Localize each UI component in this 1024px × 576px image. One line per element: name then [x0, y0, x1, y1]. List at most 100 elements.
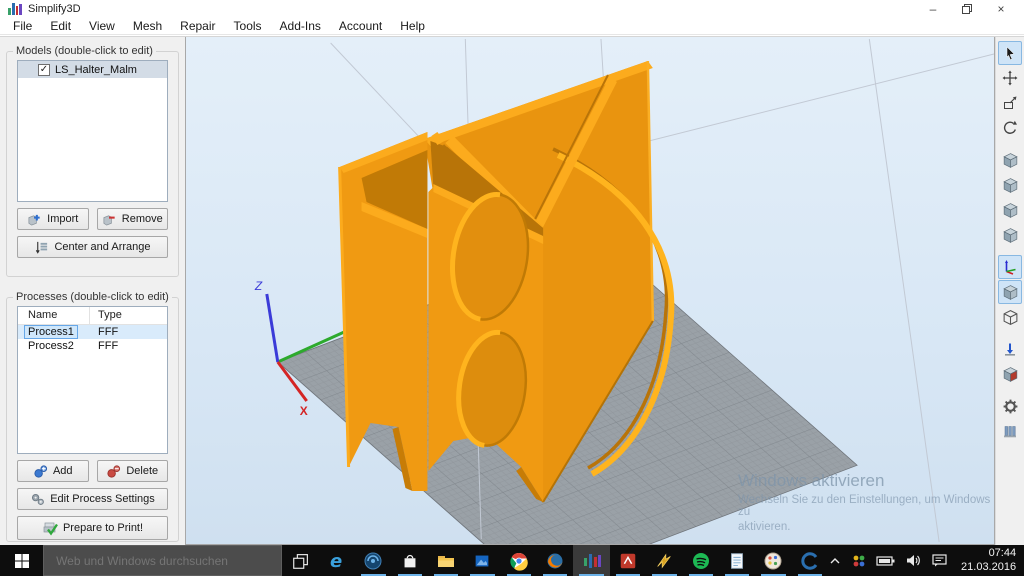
taskbar-media-app[interactable]	[355, 545, 391, 576]
scale-icon	[1002, 95, 1018, 111]
center-arrange-label: Center and Arrange	[54, 241, 150, 253]
cube-icon	[1002, 202, 1019, 219]
menu-addins[interactable]: Add-Ins	[271, 18, 330, 34]
import-icon	[27, 212, 42, 227]
wireframe-view-button[interactable]	[998, 305, 1022, 329]
view-top-button[interactable]	[998, 198, 1022, 222]
taskbar-edge[interactable]: e	[319, 545, 355, 576]
taskbar-chrome[interactable]	[501, 545, 537, 576]
add-process-icon	[33, 464, 48, 479]
3d-viewport[interactable]: Z X	[185, 37, 995, 545]
axes-icon	[1002, 259, 1018, 275]
cross-section-button[interactable]	[998, 362, 1022, 386]
tray-volume-icon[interactable]	[905, 553, 922, 568]
prepare-to-print-button[interactable]: Prepare to Print!	[17, 516, 168, 540]
model-checkbox[interactable]: ✓	[38, 64, 50, 76]
taskbar-c-app[interactable]	[792, 545, 828, 576]
taskbar-red-app[interactable]	[610, 545, 646, 576]
spotify-icon	[690, 550, 712, 572]
edit-process-settings-button[interactable]: Edit Process Settings	[17, 488, 168, 510]
solid-view-button[interactable]	[998, 280, 1022, 304]
support-tool-button[interactable]	[998, 337, 1022, 361]
menu-mesh[interactable]: Mesh	[124, 18, 171, 34]
menu-edit[interactable]: Edit	[41, 18, 80, 34]
move-tool-button[interactable]	[998, 66, 1022, 90]
taskbar-firefox[interactable]	[537, 545, 573, 576]
menu-view[interactable]: View	[80, 18, 124, 34]
clock-time: 07:44	[961, 547, 1016, 561]
taskbar-clock[interactable]: 07:44 21.03.2016	[957, 547, 1016, 575]
rotate-tool-button[interactable]	[998, 116, 1022, 140]
task-view-button[interactable]	[282, 545, 318, 576]
model-list-item[interactable]: ✓ LS_Halter_Malm	[18, 61, 167, 78]
models-list[interactable]: ✓ LS_Halter_Malm	[17, 60, 168, 202]
menu-help[interactable]: Help	[391, 18, 434, 34]
tray-battery-icon[interactable]	[876, 554, 896, 568]
media-app-icon	[362, 550, 384, 572]
menu-file[interactable]: File	[4, 18, 41, 34]
start-button[interactable]	[0, 545, 43, 576]
column-name: Name	[18, 307, 90, 324]
cube-icon	[1002, 177, 1019, 194]
taskbar-simplify3d[interactable]	[573, 545, 609, 576]
models-label: Models (double-click to edit)	[13, 45, 156, 57]
remove-button[interactable]: Remove	[97, 208, 169, 230]
column-type: Type	[90, 307, 167, 324]
chrome-icon	[508, 550, 530, 572]
cube-icon	[1002, 152, 1019, 169]
minimize-button[interactable]: –	[916, 0, 950, 18]
delete-process-button[interactable]: Delete	[97, 460, 169, 482]
menu-account[interactable]: Account	[330, 18, 391, 34]
view-iso-button[interactable]	[998, 223, 1022, 247]
center-arrange-icon	[34, 240, 49, 255]
taskbar: e	[0, 545, 1024, 576]
process-row[interactable]: Process2 FFF	[18, 339, 167, 353]
edge-icon: e	[326, 550, 348, 572]
action-center-icon[interactable]	[931, 553, 948, 568]
task-view-icon	[291, 551, 311, 571]
taskbar-file-explorer[interactable]	[428, 545, 464, 576]
taskbar-paint-app[interactable]	[755, 545, 791, 576]
cube-icon	[1002, 227, 1019, 244]
taskbar-search[interactable]	[43, 545, 282, 576]
gear-icon	[1002, 398, 1019, 415]
import-button[interactable]: Import	[17, 208, 89, 230]
center-arrange-button[interactable]: Center and Arrange	[17, 236, 168, 258]
simplify3d-logo-icon	[8, 3, 22, 15]
search-input[interactable]	[44, 554, 281, 568]
taskbar-store[interactable]	[392, 545, 428, 576]
process-table[interactable]: Name Type Process1 FFF Process2 FFF	[17, 306, 168, 454]
taskbar-photos-app[interactable]	[464, 545, 500, 576]
show-axes-button[interactable]	[998, 255, 1022, 279]
restore-button[interactable]	[950, 0, 984, 18]
cross-section-icon	[1002, 366, 1019, 383]
notepad-icon	[727, 551, 747, 571]
cube-icon	[1002, 284, 1019, 301]
model-name: LS_Halter_Malm	[55, 64, 137, 76]
taskbar-gold-app[interactable]	[646, 545, 682, 576]
3d-scene: Z X	[186, 37, 994, 544]
menu-repair[interactable]: Repair	[171, 18, 224, 34]
delete-process-icon	[106, 464, 121, 479]
close-button[interactable]: ×	[984, 0, 1018, 18]
support-icon	[1002, 341, 1018, 357]
titlebar[interactable]: Simplify3D – ×	[0, 0, 1024, 18]
scale-tool-button[interactable]	[998, 91, 1022, 115]
machine-control-button[interactable]	[998, 419, 1022, 443]
tray-chevron-icon[interactable]	[828, 554, 842, 568]
select-tool-button[interactable]	[998, 41, 1022, 65]
tray-antivirus-icon[interactable]	[851, 553, 867, 569]
process-row[interactable]: Process1 FFF	[18, 325, 167, 339]
red-app-icon	[618, 551, 638, 571]
taskbar-notepad[interactable]	[719, 545, 755, 576]
process-type: FFF	[90, 340, 167, 352]
x-axis-label: X	[300, 404, 308, 418]
taskbar-spotify[interactable]	[683, 545, 719, 576]
view-front-button[interactable]	[998, 148, 1022, 172]
add-process-button[interactable]: Add	[17, 460, 89, 482]
menu-tools[interactable]: Tools	[225, 18, 271, 34]
settings-button[interactable]	[998, 394, 1022, 418]
folder-icon	[435, 550, 457, 572]
system-tray: 07:44 21.03.2016	[828, 545, 1024, 576]
view-side-button[interactable]	[998, 173, 1022, 197]
